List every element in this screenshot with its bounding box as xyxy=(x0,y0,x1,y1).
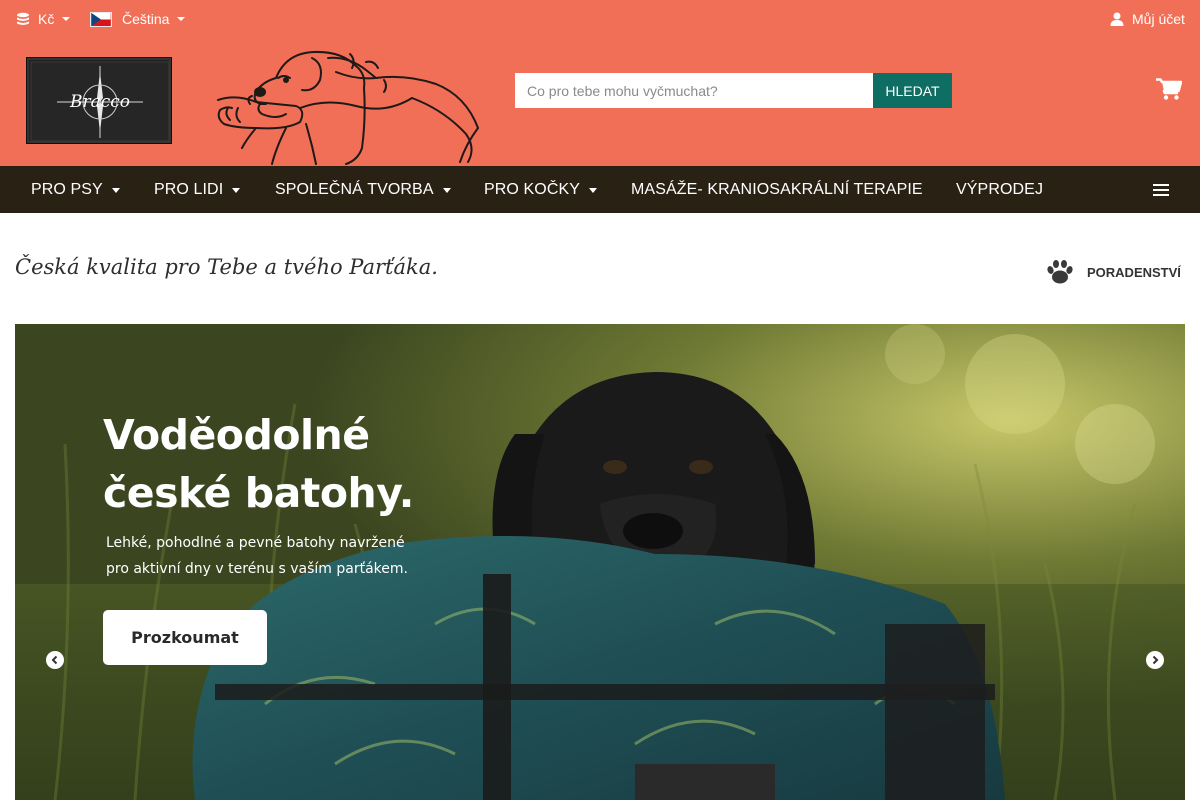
page-tagline: Česká kvalita pro Tebe a tvého Parťáka. xyxy=(15,255,438,279)
nav-item-label: PRO LIDI xyxy=(154,181,224,198)
explore-button[interactable]: Prozkoumat xyxy=(103,610,267,665)
search-button[interactable]: HLEDAT xyxy=(873,73,952,108)
carousel-next-button[interactable] xyxy=(1146,651,1164,669)
hero-title-line: Voděodolné xyxy=(103,411,370,459)
carousel-prev-button[interactable] xyxy=(46,651,64,669)
nav-item-label: PRO KOČKY xyxy=(484,181,581,198)
site-header: Kč Čeština Můj účet Bracco Co pro tebe m… xyxy=(0,0,1200,166)
advice-link[interactable]: PORADENSTVÍ xyxy=(1046,259,1181,285)
hero-subtitle-line: pro aktivní dny v terénu s vaším parťáke… xyxy=(106,561,408,577)
hero-subtitle: Lehké, pohodlné a pevné batohy navržené … xyxy=(106,530,408,582)
chevron-down-icon xyxy=(62,17,71,21)
nav-item-pro-kocky[interactable]: PRO KOČKY xyxy=(484,181,598,199)
chevron-down-icon xyxy=(442,187,451,193)
chevron-down-icon xyxy=(232,187,241,193)
language-label: Čeština xyxy=(122,11,170,27)
currency-label: Kč xyxy=(38,11,55,27)
nav-item-pro-lidi[interactable]: PRO LIDI xyxy=(154,181,241,199)
chevron-down-icon xyxy=(111,187,120,193)
chevron-down-icon xyxy=(589,187,598,193)
nav-item-masaze[interactable]: MASÁŽE- KRANIOSAKRÁLNÍ TERAPIE xyxy=(631,181,923,199)
advice-label: PORADENSTVÍ xyxy=(1087,264,1181,280)
nav-item-label: PRO PSY xyxy=(31,181,103,198)
hero-subtitle-line: Lehké, pohodlné a pevné batohy navržené xyxy=(106,535,405,551)
hero-title: Voděodolné české batohy. xyxy=(103,406,414,522)
language-selector[interactable]: Čeština xyxy=(90,11,186,27)
coins-icon xyxy=(17,12,29,25)
arrow-right-icon xyxy=(1152,655,1159,665)
account-link[interactable]: Můj účet xyxy=(1110,11,1185,27)
nav-item-label: VÝPRODEJ xyxy=(956,181,1044,198)
nav-item-label: MASÁŽE- KRANIOSAKRÁLNÍ TERAPIE xyxy=(631,181,923,198)
czech-flag-icon xyxy=(90,11,112,27)
hero-title-line: české batohy. xyxy=(103,469,414,517)
logo-compass: Bracco xyxy=(30,61,170,142)
site-logo[interactable]: Bracco xyxy=(26,57,172,144)
nav-item-label: SPOLEČNÁ TVORBA xyxy=(275,181,434,198)
svg-text:Bracco: Bracco xyxy=(69,92,130,112)
paw-icon xyxy=(1047,260,1073,284)
account-label: Můj účet xyxy=(1132,11,1185,27)
arrow-left-icon xyxy=(51,655,58,665)
user-icon xyxy=(1110,12,1124,26)
hamburger-icon[interactable] xyxy=(1153,184,1169,196)
shopping-cart-icon[interactable] xyxy=(1156,78,1182,100)
search-bar: HLEDAT xyxy=(515,73,952,108)
search-input[interactable] xyxy=(515,73,873,108)
hero-carousel: Voděodolné české batohy. Lehké, pohodlné… xyxy=(15,324,1185,800)
currency-selector[interactable]: Kč xyxy=(15,11,71,27)
nav-item-spolecna-tvorba[interactable]: SPOLEČNÁ TVORBA xyxy=(275,181,451,199)
main-navigation: PRO PSY PRO LIDI SPOLEČNÁ TVORBA PRO KOČ… xyxy=(0,166,1200,213)
nav-item-pro-psy[interactable]: PRO PSY xyxy=(31,181,120,199)
dog-illustration xyxy=(217,50,479,165)
nav-item-vyprodej[interactable]: VÝPRODEJ xyxy=(956,181,1043,199)
chevron-down-icon xyxy=(177,17,186,21)
